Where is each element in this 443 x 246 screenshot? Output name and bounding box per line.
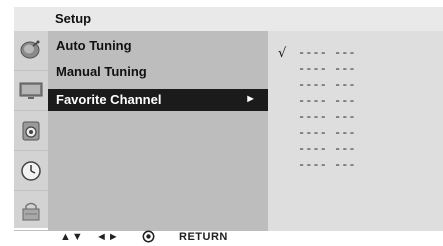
favorite-channel-slot[interactable]: ---- --- (298, 78, 356, 93)
up-down-arrows-icon: ▲▼ (60, 231, 84, 243)
favorite-channel-slot[interactable]: ---- --- (298, 126, 356, 141)
tv-monitor-icon (19, 82, 43, 99)
setup-menu-panel: Auto Tuning Manual Tuning Favorite Chann… (48, 31, 268, 231)
satellite-dish-icon (20, 40, 40, 59)
favorite-channel-slot[interactable]: ---- --- (298, 94, 356, 109)
speaker-icon (22, 121, 40, 141)
checkmark-icon: √ (278, 46, 287, 61)
favorite-channel-slot[interactable]: ---- --- (298, 142, 356, 157)
category-setup[interactable] (14, 31, 48, 71)
favorite-channel-panel: √ ---- --- ---- --- ---- --- ---- --- --… (268, 31, 443, 231)
left-right-arrows-icon: ◄► (96, 231, 120, 243)
menu-item-manual-tuning[interactable]: Manual Tuning (48, 61, 268, 83)
clock-icon (21, 161, 41, 181)
menu-item-auto-tuning[interactable]: Auto Tuning (48, 35, 268, 57)
submenu-arrow-icon: ► (245, 93, 256, 105)
category-picture[interactable] (14, 71, 48, 111)
favorite-channel-slot[interactable]: ---- --- (298, 46, 356, 61)
menu-header: Setup (14, 7, 443, 31)
menu-title: Setup (55, 11, 92, 26)
menu-item-label: Auto Tuning (56, 38, 132, 53)
category-lock[interactable] (14, 191, 48, 231)
favorite-channel-slot[interactable]: ---- --- (298, 62, 356, 77)
category-time[interactable] (14, 151, 48, 191)
menu-item-label: Favorite Channel (56, 92, 162, 107)
category-icon-column (14, 31, 48, 231)
favorite-channel-slot[interactable]: ---- --- (298, 110, 356, 125)
return-hint: RETURN (179, 231, 228, 243)
favorite-channel-slot[interactable]: ---- --- (298, 158, 356, 173)
category-sound[interactable] (14, 111, 48, 151)
tv-osd-screen: Setup Auto Tuning Manual Tuning Favorite… (0, 0, 443, 244)
menu-item-favorite-channel[interactable]: Favorite Channel ► (48, 89, 268, 111)
navigation-hints: ▲▼ ◄► RETURN (14, 230, 443, 244)
menu-item-label: Manual Tuning (56, 64, 147, 79)
lock-icon (22, 202, 40, 221)
